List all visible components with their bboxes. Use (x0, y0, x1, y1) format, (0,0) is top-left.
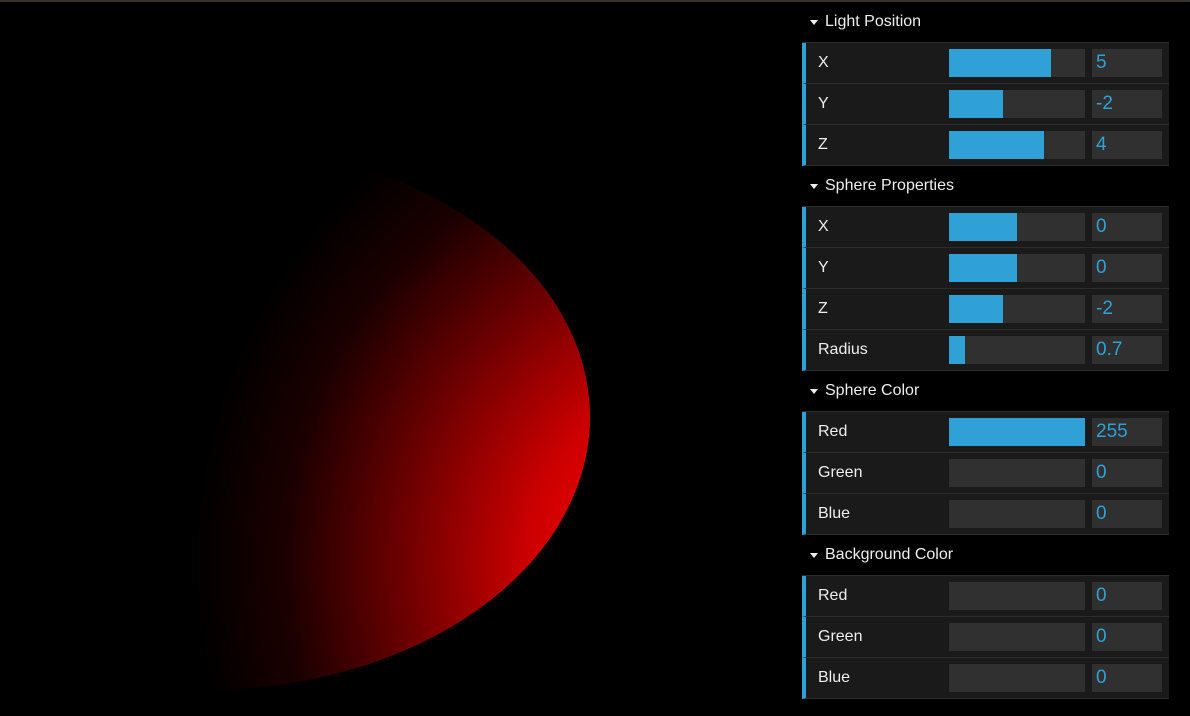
folder-title[interactable]: Sphere Color (802, 371, 1169, 411)
chevron-down-icon (810, 389, 818, 394)
folder-background-color: Background Color Red 0 Green 0 Blue 0 (802, 535, 1169, 699)
slider-fill (949, 90, 1004, 118)
number-input[interactable]: 4 (1092, 131, 1162, 159)
control-row-light-x: X 5 (802, 43, 1169, 84)
number-input[interactable]: 0 (1092, 213, 1162, 241)
number-input[interactable]: -2 (1092, 295, 1162, 323)
chevron-down-icon (810, 184, 818, 189)
control-label: X (818, 54, 829, 71)
control-row-bg-red: Red 0 (802, 576, 1169, 617)
folder-sphere-properties: Sphere Properties X 0 Y 0 Z -2 Radius 0.… (802, 166, 1169, 371)
number-input[interactable]: 0 (1092, 623, 1162, 651)
render-canvas[interactable] (0, 2, 800, 716)
number-input[interactable]: 0.7 (1092, 336, 1162, 364)
folder-body: Red 255 Green 0 Blue 0 (802, 411, 1169, 535)
control-row-sphere-red: Red 255 (802, 412, 1169, 453)
folder-title[interactable]: Background Color (802, 535, 1169, 575)
folder-body: Red 0 Green 0 Blue 0 (802, 575, 1169, 699)
slider[interactable] (949, 623, 1085, 651)
control-panel: Light Position X 5 Y -2 Z 4 Sphere Prope… (802, 2, 1169, 699)
folder-title-label: Light Position (825, 13, 922, 30)
control-label: Blue (818, 505, 851, 522)
slider-fill (949, 418, 1085, 446)
number-input[interactable]: 0 (1092, 582, 1162, 610)
slider-fill (949, 213, 1017, 241)
slider[interactable] (949, 664, 1085, 692)
control-row-sphere-radius: Radius 0.7 (802, 330, 1169, 371)
slider[interactable] (949, 459, 1085, 487)
control-label: Red (818, 423, 848, 440)
slider[interactable] (949, 500, 1085, 528)
folder-sphere-color: Sphere Color Red 255 Green 0 Blue 0 (802, 371, 1169, 535)
number-input[interactable]: 255 (1092, 418, 1162, 446)
control-label: Red (818, 587, 848, 604)
control-row-sphere-y: Y 0 (802, 248, 1169, 289)
chevron-down-icon (810, 20, 818, 25)
control-label: Y (818, 95, 829, 112)
slider-fill (949, 254, 1017, 282)
slider-fill (949, 336, 966, 364)
slider[interactable] (949, 295, 1085, 323)
control-label: Green (818, 464, 863, 481)
slider[interactable] (949, 336, 1085, 364)
folder-title-label: Sphere Color (825, 382, 920, 399)
folder-light-position: Light Position X 5 Y -2 Z 4 (802, 2, 1169, 166)
control-row-light-y: Y -2 (802, 84, 1169, 125)
slider-fill (949, 295, 1004, 323)
number-input[interactable]: 0 (1092, 459, 1162, 487)
folder-title[interactable]: Light Position (802, 2, 1169, 42)
number-input[interactable]: 0 (1092, 254, 1162, 282)
slider[interactable] (949, 90, 1085, 118)
number-input[interactable]: 0 (1092, 664, 1162, 692)
folder-body: X 5 Y -2 Z 4 (802, 42, 1169, 166)
control-label: Z (818, 136, 828, 153)
slider[interactable] (949, 49, 1085, 77)
control-row-sphere-blue: Blue 0 (802, 494, 1169, 535)
slider-fill (949, 49, 1051, 77)
folder-body: X 0 Y 0 Z -2 Radius 0.7 (802, 206, 1169, 371)
number-input[interactable]: 0 (1092, 500, 1162, 528)
slider[interactable] (949, 582, 1085, 610)
control-label: Z (818, 300, 828, 317)
control-row-sphere-x: X 0 (802, 207, 1169, 248)
folder-title[interactable]: Sphere Properties (802, 166, 1169, 206)
control-label: Radius (818, 341, 868, 358)
slider[interactable] (949, 418, 1085, 446)
control-row-light-z: Z 4 (802, 125, 1169, 166)
control-label: Green (818, 628, 863, 645)
control-row-bg-green: Green 0 (802, 617, 1169, 658)
chevron-down-icon (810, 553, 818, 558)
control-label: X (818, 218, 829, 235)
slider[interactable] (949, 254, 1085, 282)
folder-title-label: Background Color (825, 546, 954, 563)
folder-title-label: Sphere Properties (825, 177, 954, 194)
number-input[interactable]: -2 (1092, 90, 1162, 118)
slider[interactable] (949, 131, 1085, 159)
slider[interactable] (949, 213, 1085, 241)
control-row-sphere-green: Green 0 (802, 453, 1169, 494)
number-input[interactable]: 5 (1092, 49, 1162, 77)
sphere-render (0, 144, 590, 690)
control-label: Y (818, 259, 829, 276)
slider-fill (949, 131, 1045, 159)
control-row-bg-blue: Blue 0 (802, 658, 1169, 699)
control-row-sphere-z: Z -2 (802, 289, 1169, 330)
control-label: Blue (818, 669, 851, 686)
